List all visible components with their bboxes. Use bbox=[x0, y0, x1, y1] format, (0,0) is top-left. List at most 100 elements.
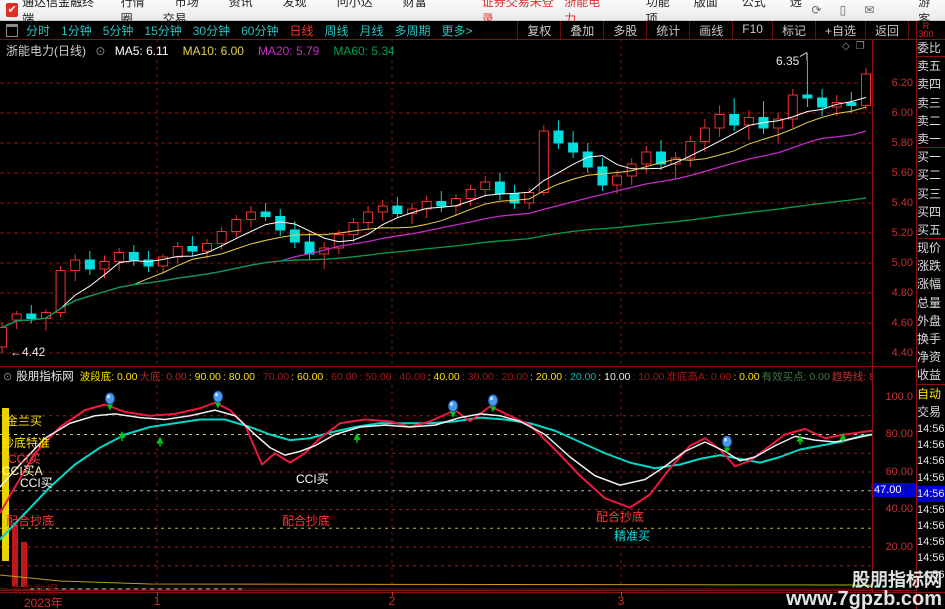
toolbar-button[interactable]: 画线 bbox=[689, 20, 732, 40]
price-axis-label: 5.60 bbox=[891, 167, 913, 179]
top-menu-item[interactable]: 行情 bbox=[121, 0, 145, 9]
signal-label: 抄底特准 bbox=[2, 436, 51, 450]
refresh-icon[interactable]: ⟳ bbox=[812, 3, 822, 17]
auto-tab[interactable]: 自动 bbox=[917, 385, 945, 403]
top-menu-item[interactable]: 资讯 bbox=[229, 0, 253, 9]
price-axis-label: 4.80 bbox=[891, 287, 913, 299]
toolbar-button[interactable]: 统计 bbox=[646, 20, 689, 40]
period-tab[interactable]: 多周期 bbox=[395, 24, 431, 38]
sidebar-row[interactable]: 卖三 bbox=[917, 94, 945, 112]
toolbar-button[interactable]: 叠加 bbox=[560, 20, 603, 40]
mail-icon[interactable]: ✉ bbox=[864, 3, 874, 17]
time-row: 14:56 bbox=[917, 471, 945, 484]
indicator-param: : 20.00 bbox=[495, 370, 529, 383]
period-tab[interactable]: 月线 bbox=[360, 24, 384, 38]
ma-value: MA5: 6.11 bbox=[114, 44, 169, 58]
top-menu-bar: ✔ 通达信金融终端 行情 市场 资讯 发现 问小达 财富圈 交易 证券交易未登录 浙能电力 … bbox=[0, 0, 945, 26]
price-axis-label: 5.00 bbox=[891, 257, 913, 269]
indicator-axis-label: 100.0 bbox=[885, 391, 913, 403]
indicator-param: 有效买点: 0.00 bbox=[761, 370, 830, 383]
ma-value: MA60: 5.34 bbox=[333, 44, 395, 58]
axis-border bbox=[872, 39, 873, 592]
ma-value: MA20: 5.79 bbox=[257, 44, 320, 58]
top-menu-item[interactable]: 市场 bbox=[175, 0, 199, 9]
collapse-icon[interactable]: ⊙ bbox=[3, 370, 12, 383]
watermark: 股朋指标网 www.7gpzb.com bbox=[786, 570, 942, 609]
indicator-axis-label: 80.00 bbox=[885, 428, 913, 440]
period-toolbar: 分时 1分钟 5分钟 15分钟 30分钟 60分钟 日线 周线 月线 多周期 更多> 复权 叠加 多股统… bbox=[0, 20, 945, 40]
signal-label: 精准买 bbox=[614, 529, 651, 543]
toolbar-button[interactable]: 复权 bbox=[517, 20, 560, 40]
app-logo-icon: ✔ bbox=[6, 3, 19, 17]
sidebar-row[interactable]: 现价 bbox=[917, 239, 945, 257]
year-label: 2023年 bbox=[24, 596, 63, 609]
indicator-header: ⊙ 股朋指标网 波段底: 0.00 大底: 0.00: 90.00: 80.00:… bbox=[0, 367, 872, 385]
date-tick-label: 3 bbox=[617, 594, 625, 608]
price-axis-label: 5.40 bbox=[891, 197, 913, 209]
sidebar-row[interactable]: 买二 bbox=[917, 166, 945, 184]
toolbar-button[interactable]: F10 bbox=[732, 20, 772, 40]
period-tab[interactable]: 周线 bbox=[324, 24, 348, 38]
sidebar-row[interactable]: 卖二 bbox=[917, 112, 945, 130]
sidebar-row[interactable]: 涨跌 bbox=[917, 257, 945, 275]
sidebar-row[interactable]: 换手 bbox=[917, 330, 945, 348]
time-row: 14:56 bbox=[917, 439, 945, 452]
top-menu-item[interactable]: 发现 bbox=[283, 0, 307, 9]
sidebar-row[interactable]: 总量 bbox=[917, 294, 945, 312]
peak-price-label: 6.35 bbox=[776, 54, 800, 68]
toolbar-buttons: 复权 叠加 多股 统计 画线 F10 标记 +自选 返回 bbox=[517, 20, 909, 40]
sidebar-row[interactable]: 卖四 bbox=[917, 75, 945, 93]
chart-corner-icons[interactable]: ◇❐ bbox=[842, 41, 871, 52]
period-tab[interactable]: 更多> bbox=[442, 24, 473, 38]
price-axis-label: 6.20 bbox=[891, 77, 913, 89]
period-tab[interactable]: 5分钟 bbox=[103, 24, 134, 38]
indicator-source: 股朋指标网 bbox=[16, 371, 74, 383]
toolbar-button[interactable]: +自选 bbox=[814, 20, 865, 40]
indicator-param: : 40.00 bbox=[427, 370, 460, 383]
sidebar-row[interactable]: 买五 bbox=[917, 221, 945, 240]
divider bbox=[0, 590, 917, 591]
sidebar-row[interactable]: 卖五 bbox=[917, 57, 945, 75]
time-row: 14:56 bbox=[917, 536, 945, 549]
indicator-param: : 20.00 bbox=[564, 370, 597, 383]
time-row: 14:56 bbox=[917, 485, 945, 502]
signal-label: 配合抄底 bbox=[282, 514, 331, 528]
ma-values: MA5: 6.11 MA10: 6.00 MA20: 5.79 MA60: 5.34 bbox=[115, 44, 409, 58]
signal-label: CCI买 bbox=[20, 476, 53, 490]
indicator-param: 大底: 0.00 bbox=[139, 370, 187, 383]
top-menu-item[interactable]: 公式 bbox=[742, 0, 766, 9]
sidebar-row[interactable]: 买三 bbox=[917, 185, 945, 203]
period-tab[interactable]: 1分钟 bbox=[61, 24, 92, 38]
indicator-param: 波段底: 0.00 bbox=[79, 370, 138, 383]
top-menu-item[interactable]: 功能 bbox=[646, 0, 670, 9]
period-tab[interactable]: 60分钟 bbox=[241, 24, 278, 38]
mobile-icon[interactable]: ▯ bbox=[840, 3, 847, 17]
time-row: 14:56 bbox=[917, 422, 945, 435]
sidebar-row[interactable]: 收益 bbox=[917, 366, 945, 385]
candlestick-chart[interactable] bbox=[0, 39, 872, 366]
period-tab[interactable]: 15分钟 bbox=[144, 24, 181, 38]
collapse-icon[interactable]: ⊙ bbox=[95, 44, 105, 58]
sidebar-row[interactable]: 外盘 bbox=[917, 312, 945, 330]
top-menu-item[interactable]: 问小达 bbox=[337, 0, 373, 9]
sidebar-row[interactable]: 涨幅 bbox=[917, 275, 945, 293]
sidebar-row[interactable]: 买四 bbox=[917, 203, 945, 221]
indicator-param: : 10.00 bbox=[598, 370, 631, 383]
indicator-param: : 60.00 bbox=[291, 370, 324, 383]
indicator-chart[interactable] bbox=[0, 385, 872, 592]
top-menu-item[interactable]: 版面 bbox=[694, 0, 718, 9]
toolbar-button[interactable]: 标记 bbox=[771, 20, 815, 40]
sidebar-row[interactable]: 委比 bbox=[917, 39, 945, 58]
sidebar-row[interactable]: 卖一 bbox=[917, 130, 945, 149]
trade-tab[interactable]: 交易 bbox=[917, 403, 945, 421]
sidebar-row[interactable]: 净资 bbox=[917, 348, 945, 366]
main-chart-title-row: 浙能电力(日线) ⊙ MA5: 6.11 MA10: 6.00 MA20: 5.79… bbox=[6, 42, 409, 59]
toolbar-button[interactable]: 多股 bbox=[603, 20, 646, 40]
indicator-param: : 50.00 bbox=[359, 370, 392, 383]
toolbar-button[interactable]: 返回 bbox=[864, 20, 909, 40]
period-tab[interactable]: 分时 bbox=[26, 24, 50, 38]
sidebar-row[interactable]: 买一 bbox=[917, 148, 945, 166]
period-tab[interactable]: 30分钟 bbox=[193, 24, 230, 38]
period-tab[interactable]: 日线 bbox=[289, 24, 313, 38]
layout-icon[interactable] bbox=[6, 23, 18, 37]
